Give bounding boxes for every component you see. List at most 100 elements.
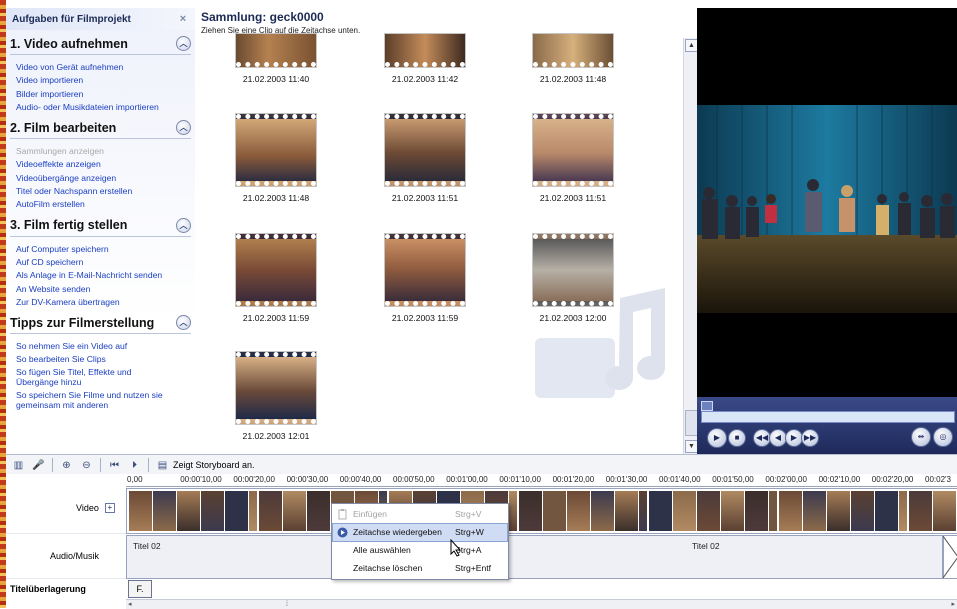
clip-thumbnail[interactable] xyxy=(235,351,317,425)
link-titel-erstellen[interactable]: Titel oder Nachspann erstellen xyxy=(16,185,191,198)
section-header[interactable]: 2. Film bearbeiten ︿ xyxy=(10,120,191,140)
clip-item[interactable]: 21.02.2003 11:48 xyxy=(498,33,648,84)
scroll-down-icon[interactable]: ▼ xyxy=(685,440,697,453)
clip-thumbnail[interactable] xyxy=(532,33,614,68)
mouse-cursor-icon xyxy=(450,539,462,557)
section-film-bearbeiten: 2. Film bearbeiten ︿ Sammlungen anzeigen… xyxy=(10,120,191,211)
link-tipp-clips-bearbeiten[interactable]: So bearbeiten Sie Clips xyxy=(16,353,191,366)
video-frame-thumbnail xyxy=(697,491,720,531)
zoom-out-icon[interactable]: ⊖ xyxy=(80,459,93,472)
task-pane-header: Aufgaben für Filmprojekt × xyxy=(6,8,195,30)
clip-thumbnail[interactable] xyxy=(384,33,466,68)
section-title: Tipps zur Filmerstellung xyxy=(10,315,155,330)
scroll-right-icon[interactable]: ▸ xyxy=(951,600,955,608)
video-track[interactable] xyxy=(126,488,957,534)
section-title: 3. Film fertig stellen xyxy=(10,218,128,233)
clip-item[interactable]: 21.02.2003 11:42 xyxy=(350,33,500,84)
collapse-icon[interactable]: ︿ xyxy=(176,315,191,331)
collapse-icon[interactable]: ︿ xyxy=(176,36,191,51)
link-website-senden[interactable]: An Website senden xyxy=(16,283,191,296)
clip-item[interactable]: 21.02.2003 11:40 xyxy=(201,33,351,84)
clip-item[interactable]: 21.02.2003 11:59 xyxy=(350,233,500,323)
scroll-thumb[interactable] xyxy=(685,410,697,436)
clip-item[interactable]: 21.02.2003 12:01 xyxy=(201,351,351,441)
play-icon[interactable]: ▶ xyxy=(707,428,727,448)
collection-scrollbar[interactable]: ▲ ▼ xyxy=(683,38,697,454)
scroll-left-icon[interactable]: ◂ xyxy=(128,600,132,608)
split-clip-icon[interactable]: ⇹ xyxy=(911,427,931,447)
link-bilder-importieren[interactable]: Bilder importieren xyxy=(16,88,191,101)
ruler-tick: 00:02'10,00 xyxy=(818,475,861,484)
storyboard-toggle-button[interactable]: ▤ Zeigt Storyboard an. xyxy=(156,459,255,472)
section-header[interactable]: 1. Video aufnehmen ︿ xyxy=(10,36,191,55)
link-video-von-geraet-aufnehmen[interactable]: Video von Gerät aufnehmen xyxy=(16,61,191,74)
video-frame-thumbnail xyxy=(649,491,672,531)
link-video-importieren[interactable]: Video importieren xyxy=(16,74,191,87)
clip-item[interactable]: 21.02.2003 11:51 xyxy=(498,113,648,203)
video-frame-thumbnail xyxy=(225,491,248,531)
clip-thumbnail[interactable] xyxy=(384,113,466,187)
menu-item-zeitachse-loeschen[interactable]: Zeitachse löschen Strg+Entf xyxy=(333,560,507,577)
link-tipp-titel-effekte[interactable]: So fügen Sie Titel, Effekte und Übergäng… xyxy=(16,367,146,388)
preview-monitor: ▶ ■ ◀◀ ◀ ▶ ▶▶ ⇹ ◎ xyxy=(697,8,957,454)
clip-label: 21.02.2003 11:51 xyxy=(391,193,459,203)
clip-label: 21.02.2003 11:48 xyxy=(242,193,310,203)
section-header[interactable]: Tipps zur Filmerstellung ︿ xyxy=(10,315,191,335)
close-icon[interactable]: × xyxy=(177,13,189,25)
rewind-timeline-icon[interactable]: ⏮ xyxy=(108,459,121,472)
audio-clip-label[interactable]: Titel 02 xyxy=(692,541,720,551)
play-timeline-icon[interactable]: ⏵ xyxy=(128,459,141,472)
audio-track[interactable]: Titel 02 Titel 02 xyxy=(126,535,944,579)
link-email-senden[interactable]: Als Anlage in E-Mail-Nachricht senden xyxy=(16,269,191,282)
link-tipp-video-aufnehmen[interactable]: So nehmen Sie ein Video auf xyxy=(16,340,191,353)
audio-clip-label[interactable]: Titel 02 xyxy=(133,541,161,551)
monitor-mode-icon[interactable] xyxy=(701,401,713,411)
collapse-icon[interactable]: ︿ xyxy=(176,120,191,136)
section-header[interactable]: 3. Film fertig stellen ︿ xyxy=(10,217,191,237)
ruler-tick: 00:00'40,00 xyxy=(339,475,382,484)
title-overlay-track[interactable]: F. xyxy=(126,580,957,598)
link-autofilm-erstellen[interactable]: AutoFilm erstellen xyxy=(16,198,191,211)
clip-thumbnail[interactable] xyxy=(384,233,466,307)
clip-thumbnail[interactable] xyxy=(532,233,614,307)
clip-thumbnail[interactable] xyxy=(235,233,317,307)
task-pane: Aufgaben für Filmprojekt × 1. Video aufn… xyxy=(6,8,196,454)
stop-icon[interactable]: ■ xyxy=(728,429,746,447)
link-dv-kamera[interactable]: Zur DV-Kamera übertragen xyxy=(16,296,191,309)
narrate-icon[interactable]: 🎤 xyxy=(32,459,45,472)
link-audio-importieren[interactable]: Audio- oder Musikdateien importieren xyxy=(16,101,191,114)
clip-item[interactable]: 21.02.2003 11:59 xyxy=(201,233,351,323)
link-videoeffekte-anzeigen[interactable]: Videoeffekte anzeigen xyxy=(16,158,191,171)
collapse-icon[interactable]: ︿ xyxy=(176,217,191,233)
clip-thumbnail[interactable] xyxy=(235,113,317,187)
link-videouebergaenge-anzeigen[interactable]: Videoübergänge anzeigen xyxy=(16,172,191,185)
clip-label: 21.02.2003 11:40 xyxy=(242,74,310,84)
zoom-in-icon[interactable]: ⊕ xyxy=(60,459,73,472)
scroll-up-icon[interactable]: ▲ xyxy=(685,39,697,52)
link-auf-computer-speichern[interactable]: Auf Computer speichern xyxy=(16,243,191,256)
video-frame-thumbnail xyxy=(153,491,176,531)
link-auf-cd-speichern[interactable]: Auf CD speichern xyxy=(16,256,191,269)
section-video-aufnehmen: 1. Video aufnehmen ︿ Video von Gerät auf… xyxy=(10,36,191,114)
clip-item[interactable]: 21.02.2003 11:51 xyxy=(350,113,500,203)
menu-item-label: Zeitachse löschen xyxy=(353,563,423,573)
clip-item[interactable]: 21.02.2003 12:00 xyxy=(498,233,648,323)
video-frame-thumbnail xyxy=(899,491,907,531)
menu-item-zeitachse-wiedergeben[interactable]: Zeitachse wiedergeben Strg+W xyxy=(332,523,508,542)
seek-bar[interactable] xyxy=(701,411,955,423)
menu-item-alle-auswaehlen[interactable]: Alle auswählen Strg+A xyxy=(333,542,507,559)
timeline-ruler[interactable]: 0,00 00:00'10,00 00:00'20,00 00:00'30,00 00:… xyxy=(126,474,957,487)
clip-thumbnail[interactable] xyxy=(532,113,614,187)
expand-icon[interactable]: + xyxy=(104,503,115,513)
timeline-toolbar: ▥ 🎤 ⊕ ⊖ ⏮ ⏵ ▤ Zeigt Storyboard an. xyxy=(6,454,957,475)
set-audio-levels-icon[interactable]: ▥ xyxy=(12,459,25,472)
clip-item[interactable]: 21.02.2003 11:48 xyxy=(201,113,351,203)
paste-icon xyxy=(338,509,347,520)
link-tipp-filme-speichern[interactable]: So speichern Sie Filme und nutzen sie ge… xyxy=(16,390,166,411)
next-frame-icon[interactable]: ▶▶ xyxy=(801,429,819,447)
clip-thumbnail[interactable] xyxy=(235,33,317,68)
scroll-thumb[interactable]: ⁞ xyxy=(286,601,288,608)
ruler-tick: 00:00'50,00 xyxy=(393,475,435,484)
title-clip[interactable]: F. xyxy=(128,580,152,598)
snapshot-icon[interactable]: ◎ xyxy=(933,427,953,447)
